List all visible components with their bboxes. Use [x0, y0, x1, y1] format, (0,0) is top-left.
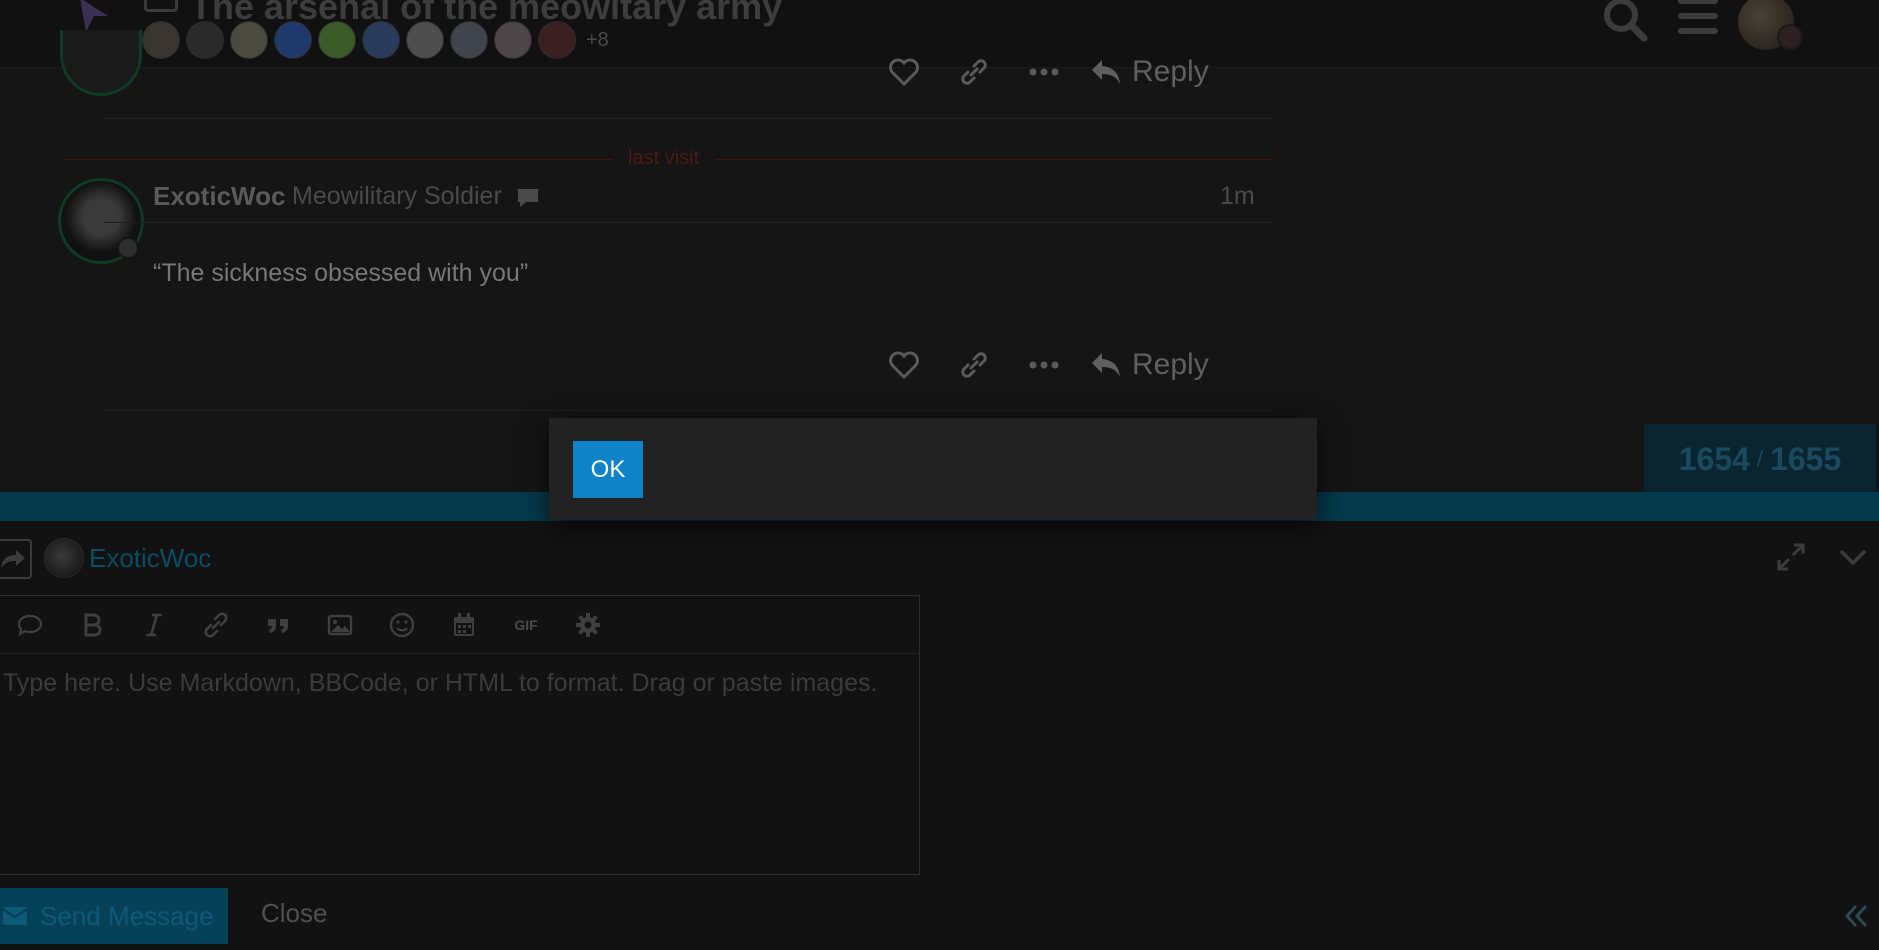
participants-list: +8: [142, 21, 609, 59]
link-icon: [204, 611, 228, 638]
composer-action-button[interactable]: [0, 539, 32, 579]
toolbar-options[interactable]: [557, 596, 619, 654]
participant-avatar[interactable]: [362, 21, 400, 59]
participant-avatar[interactable]: [142, 21, 180, 59]
alert-dialog: OK: [549, 418, 1317, 520]
reply-icon: [1092, 60, 1120, 84]
link-icon: [961, 352, 987, 378]
ellipsis-icon: [1029, 361, 1059, 369]
double-chevron-left-icon[interactable]: [1842, 902, 1870, 930]
speech-bubble-icon: [518, 189, 538, 207]
participant-avatar[interactable]: [230, 21, 268, 59]
toolbar-quote[interactable]: [247, 596, 309, 654]
participant-avatar[interactable]: [494, 21, 532, 59]
like-button[interactable]: [884, 345, 924, 385]
participant-avatar[interactable]: [186, 21, 224, 59]
toolbar-link[interactable]: [185, 596, 247, 654]
progress-total: 1655: [1770, 440, 1842, 477]
more-actions-button[interactable]: [1024, 345, 1064, 385]
calendar-icon: [454, 612, 474, 636]
last-visit-label: last visit: [612, 147, 716, 170]
link-icon: [961, 59, 987, 85]
bold-icon: [84, 613, 102, 636]
reply-label: Reply: [1132, 348, 1209, 381]
quote-icon: [268, 618, 288, 633]
post-user-title: Meowilitary Soldier: [292, 182, 502, 210]
heart-icon: [889, 351, 919, 380]
post-username[interactable]: ExoticWoc: [153, 181, 285, 212]
progress-separator: /: [1756, 446, 1764, 471]
toolbar-italic[interactable]: [123, 596, 185, 654]
chevron-down-icon[interactable]: [1838, 544, 1868, 570]
reply-button[interactable]: Reply: [1090, 348, 1209, 382]
post-divider: [104, 118, 1272, 119]
reply-button[interactable]: Reply: [1090, 55, 1209, 89]
recipient-name[interactable]: ExoticWoc: [89, 543, 211, 574]
toolbar-image-upload[interactable]: [309, 596, 371, 654]
post-body: “The sickness obsessed with you”: [153, 259, 529, 287]
previous-post-avatar[interactable]: [60, 30, 142, 96]
italic-icon: [146, 613, 162, 636]
toolbar-bold[interactable]: [61, 596, 123, 654]
copy-link-button[interactable]: [954, 345, 994, 385]
participant-avatar[interactable]: [538, 21, 576, 59]
expand-icon[interactable]: [1776, 542, 1806, 572]
smile-icon: [389, 612, 415, 637]
post-timestamp[interactable]: 1m: [1220, 182, 1255, 211]
notification-badge: [1777, 24, 1803, 50]
more-actions-button[interactable]: [1024, 52, 1064, 92]
post-header-divider: [104, 222, 1272, 223]
participant-avatar[interactable]: [450, 21, 488, 59]
speech-bubble-icon: [17, 614, 43, 636]
copy-link-button[interactable]: [954, 52, 994, 92]
post-divider: [104, 410, 1272, 411]
toolbar-insert-date[interactable]: [433, 596, 495, 654]
participant-avatar[interactable]: [274, 21, 312, 59]
previous-post-actions: Reply: [884, 52, 1209, 92]
toolbar-toggle-preview[interactable]: [0, 596, 61, 654]
gif-label: GIF: [514, 616, 538, 633]
hamburger-menu-icon[interactable]: [1676, 0, 1720, 40]
private-message-icon: [144, 0, 178, 12]
participant-avatar[interactable]: [318, 21, 356, 59]
ok-button[interactable]: OK: [573, 441, 643, 498]
send-message-button[interactable]: Send Message: [0, 888, 228, 944]
editor-toolbar: GIF: [0, 596, 919, 654]
reply-icon: [1092, 353, 1120, 377]
envelope-icon: [2, 907, 28, 925]
search-icon[interactable]: [1600, 0, 1650, 46]
composer-editor: GIF: [0, 595, 920, 875]
participant-avatar[interactable]: [406, 21, 444, 59]
recipient-avatar: [44, 538, 84, 578]
image-icon: [327, 614, 353, 635]
ellipsis-icon: [1029, 68, 1059, 76]
toolbar-emoji[interactable]: [371, 596, 433, 654]
close-composer-button[interactable]: Close: [261, 898, 327, 929]
toolbar-gif[interactable]: GIF: [495, 596, 557, 654]
topic-progress[interactable]: 1654 / 1655: [1644, 424, 1876, 494]
more-participants-count[interactable]: +8: [586, 29, 609, 52]
composer-textarea[interactable]: [0, 655, 919, 874]
gear-icon: [576, 612, 600, 637]
progress-current: 1654: [1678, 440, 1750, 477]
like-button[interactable]: [884, 52, 924, 92]
reply-label: Reply: [1132, 55, 1209, 88]
share-arrow-icon: [1, 550, 25, 568]
heart-icon: [889, 58, 919, 87]
send-label: Send Message: [40, 900, 214, 931]
post-actions: Reply: [884, 345, 1209, 385]
user-status-badge: [117, 237, 139, 259]
